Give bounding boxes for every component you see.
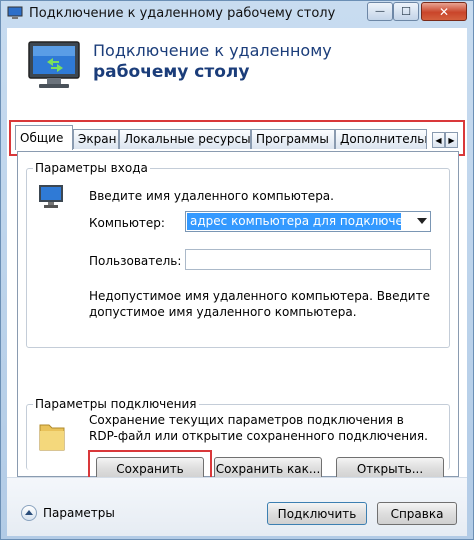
maximize-icon: ☐: [401, 5, 411, 18]
user-label: Пользователь:: [89, 254, 182, 268]
minimize-button[interactable]: —: [367, 2, 393, 21]
header-title-line2: рабочему столу: [93, 62, 250, 82]
login-settings-group: Параметры входа Введите имя удаленного к…: [26, 161, 450, 348]
user-field[interactable]: [185, 249, 431, 270]
monitor-connection-icon: [25, 38, 85, 97]
connection-desc-line1: Сохранение текущих параметров подключени…: [89, 413, 404, 427]
close-button[interactable]: ✕: [421, 2, 467, 21]
error-text-line2: допустимое имя удаленного компьютера.: [89, 305, 357, 319]
options-label[interactable]: Параметры: [43, 506, 115, 520]
window-title: Подключение к удаленному рабочему столу: [29, 6, 336, 21]
tab-general[interactable]: Общие: [15, 125, 73, 150]
folder-icon: [37, 419, 67, 456]
dialog-header: Подключение к удаленному рабочему столу: [7, 28, 467, 108]
dialog-body: Подключение к удаленному рабочему столу …: [7, 28, 467, 536]
login-group-label: Параметры входа: [33, 161, 150, 175]
computer-combobox[interactable]: адрес компьютера для подключения>: [185, 211, 431, 232]
help-button[interactable]: Справка: [377, 502, 457, 525]
computer-value: адрес компьютера для подключения>: [187, 213, 401, 230]
connect-button[interactable]: Подключить: [267, 502, 367, 525]
general-tab-panel: Параметры входа Введите имя удаленного к…: [17, 151, 459, 486]
close-icon: ✕: [438, 4, 450, 19]
minimize-icon: —: [375, 6, 385, 17]
rdp-window: Подключение к удаленному рабочему столу …: [0, 0, 474, 540]
connection-desc-line2: RDP-файл или открытие сохраненного подкл…: [89, 429, 428, 443]
connection-group-label: Параметры подключения: [33, 397, 199, 411]
remote-desktop-icon: [7, 6, 23, 20]
header-title-line1: Подключение к удаленному: [93, 41, 332, 60]
error-text-line1: Недопустимое имя удаленного компьютера. …: [89, 289, 430, 303]
title-bar[interactable]: Подключение к удаленному рабочему столу …: [1, 1, 473, 27]
instruction-text: Введите имя удаленного компьютера.: [89, 189, 334, 203]
chevron-down-icon[interactable]: [417, 218, 427, 224]
computer-label: Компьютер:: [89, 216, 165, 230]
computer-icon: [37, 183, 67, 214]
maximize-button[interactable]: ☐: [393, 2, 419, 21]
dialog-footer: Параметры Подключить Справка: [7, 477, 467, 536]
expand-options-icon[interactable]: [21, 505, 37, 521]
